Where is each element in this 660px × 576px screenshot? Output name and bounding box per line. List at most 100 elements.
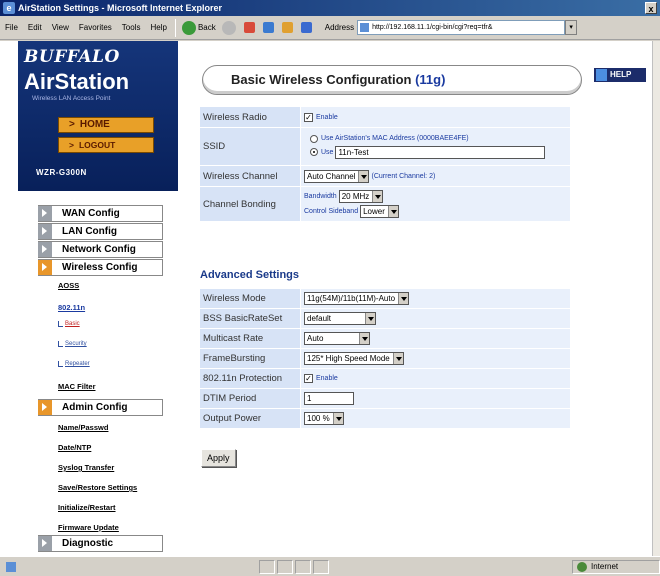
ssid-custom-radio[interactable]	[310, 148, 318, 156]
link-mac-filter[interactable]: MAC Filter	[58, 382, 96, 391]
link-basic-label: Basic	[65, 321, 80, 327]
menu-wireless-config[interactable]: Wireless Config	[38, 259, 163, 276]
wireless-mode-select[interactable]: 11g(54M)/11b(11M)-Auto	[304, 292, 410, 305]
bss-selected: default	[307, 314, 332, 323]
ssid-mac-label: Use AirStation's MAC Address (0000BAEE4F…	[321, 135, 469, 142]
back-button[interactable]: Back	[179, 20, 219, 35]
vertical-scrollbar[interactable]	[652, 41, 660, 556]
link-repeater[interactable]: Repeater	[58, 361, 90, 367]
menu-toolbar: File Edit View Favorites Tools Help Back…	[0, 16, 660, 40]
row-channel-bonding: Channel Bonding Bandwidth 20 MHz Control…	[200, 187, 570, 221]
bss-select[interactable]: default	[304, 312, 376, 325]
chevron-down-icon	[387, 206, 398, 217]
bandwidth-selected: 20 MHz	[341, 192, 370, 201]
label-80211n-protection: 802.11n Protection	[200, 369, 300, 388]
channel-select[interactable]: Auto Channel	[304, 169, 370, 183]
current-channel: (Current Channel: 2)	[371, 172, 436, 180]
label-dtim-period: DTIM Period	[200, 389, 300, 408]
arrow-marker-icon	[38, 206, 52, 221]
menu-file[interactable]: File	[0, 23, 23, 32]
address-label: Address	[324, 23, 355, 32]
page-title: Basic Wireless Configuration (11g)	[202, 65, 582, 95]
value-multicast-rate: Auto	[301, 329, 570, 348]
value-wireless-channel: Auto Channel (Current Channel: 2)	[301, 166, 570, 186]
menu-favorites[interactable]: Favorites	[74, 23, 117, 32]
menu-wireless-label: Wireless Config	[62, 262, 138, 273]
multicast-select[interactable]: Auto	[304, 332, 370, 345]
link-firmware-update[interactable]: Firmware Update	[58, 523, 119, 532]
row-dtim-period: DTIM Period 1	[200, 389, 570, 408]
link-security[interactable]: Security	[58, 341, 87, 347]
tree-branch-icon	[58, 361, 63, 367]
address-input[interactable]: http://192.168.11.1/cgi-bin/cgi?req=tfr&	[357, 20, 566, 35]
link-repeater-label: Repeater	[65, 361, 90, 367]
arrow-marker-icon	[38, 260, 52, 275]
output-power-select[interactable]: 100 %	[304, 412, 344, 425]
bandwidth-select[interactable]: 20 MHz	[338, 190, 384, 203]
value-ssid: Use AirStation's MAC Address (0000BAEE4F…	[301, 128, 570, 165]
ssid-mac-radio[interactable]	[310, 134, 318, 143]
search-button[interactable]	[298, 22, 317, 33]
forward-button[interactable]	[219, 20, 241, 35]
page-done-icon	[6, 561, 16, 572]
link-save-restore[interactable]: Save/Restore Settings	[58, 483, 137, 492]
refresh-button[interactable]	[260, 22, 279, 33]
link-date-ntp[interactable]: Date/NTP	[58, 443, 91, 452]
link-initialize-restart[interactable]: Initialize/Restart	[58, 503, 116, 512]
page-content: BUFFALO AirStation Wireless LAN Access P…	[0, 41, 652, 556]
ie-icon: e	[3, 2, 15, 14]
sideband-label: Control Sideband	[304, 208, 359, 215]
brand-logo: BUFFALO	[24, 47, 120, 67]
toolbar-separator	[174, 18, 176, 37]
apply-button[interactable]: Apply	[201, 449, 236, 467]
menu-wan-config[interactable]: WAN Config	[38, 205, 163, 222]
dtim-input[interactable]: 1	[304, 392, 354, 405]
menu-admin-config[interactable]: Admin Config	[38, 399, 163, 416]
bandwidth-group: Bandwidth 20 MHz	[304, 190, 384, 203]
ssid-option-custom: Use 11n-Test	[310, 145, 546, 159]
sideband-group: Control Sideband Lower	[304, 205, 399, 218]
window-title: AirStation Settings - Microsoft Internet…	[18, 3, 223, 13]
frameburst-select[interactable]: 125* High Speed Mode	[304, 352, 404, 365]
menu-diagnostic[interactable]: Diagnostic	[38, 535, 163, 552]
protection-checkbox[interactable]: ✓	[304, 374, 313, 383]
sideband-select[interactable]: Lower	[360, 205, 399, 218]
menu-help[interactable]: Help	[145, 23, 171, 32]
menu-lan-label: LAN Config	[62, 226, 117, 237]
arrow-marker-icon	[38, 536, 52, 551]
arrow-right-icon: >	[69, 119, 75, 130]
close-window-button[interactable]: x	[645, 2, 657, 14]
menu-network-config[interactable]: Network Config	[38, 241, 163, 258]
brand-panel: BUFFALO AirStation Wireless LAN Access P…	[18, 41, 178, 191]
stop-button[interactable]	[241, 22, 260, 33]
menu-view[interactable]: View	[47, 23, 74, 32]
link-80211n[interactable]: 802.11n	[58, 303, 85, 312]
home-browser-button[interactable]	[279, 22, 298, 33]
arrow-marker-icon	[38, 224, 52, 239]
help-button[interactable]: HELP	[594, 68, 646, 82]
ssid-input[interactable]: 11n-Test	[335, 145, 546, 159]
enable-radio-checkbox[interactable]: ✓	[304, 112, 313, 122]
stop-icon	[243, 22, 255, 33]
value-frame-bursting: 125* High Speed Mode	[301, 349, 570, 368]
home-button[interactable]: > HOME	[58, 117, 154, 133]
menu-tools[interactable]: Tools	[117, 23, 146, 32]
window-title-bar: e AirStation Settings - Microsoft Intern…	[0, 0, 660, 16]
forward-arrow-icon	[221, 20, 236, 35]
link-security-label: Security	[65, 341, 87, 347]
address-dropdown[interactable]: ▾	[565, 20, 578, 35]
link-name-passwd[interactable]: Name/Passwd	[58, 423, 108, 432]
menu-wan-label: WAN Config	[62, 208, 120, 219]
link-aoss[interactable]: AOSS	[58, 281, 79, 290]
link-basic[interactable]: Basic	[58, 321, 80, 327]
menu-lan-config[interactable]: LAN Config	[38, 223, 163, 240]
label-ssid: SSID	[200, 128, 300, 165]
row-wireless-mode: Wireless Mode 11g(54M)/11b(11M)-Auto	[200, 289, 570, 308]
link-syslog-transfer[interactable]: Syslog Transfer	[58, 463, 114, 472]
menu-edit[interactable]: Edit	[23, 23, 47, 32]
label-multicast-rate: Multicast Rate	[200, 329, 300, 348]
ssid-option-mac: Use AirStation's MAC Address (0000BAEE4F…	[310, 134, 469, 143]
back-label: Back	[197, 23, 216, 32]
logout-button[interactable]: > LOGOUT	[58, 137, 154, 153]
product-name: AirStation	[24, 69, 130, 94]
